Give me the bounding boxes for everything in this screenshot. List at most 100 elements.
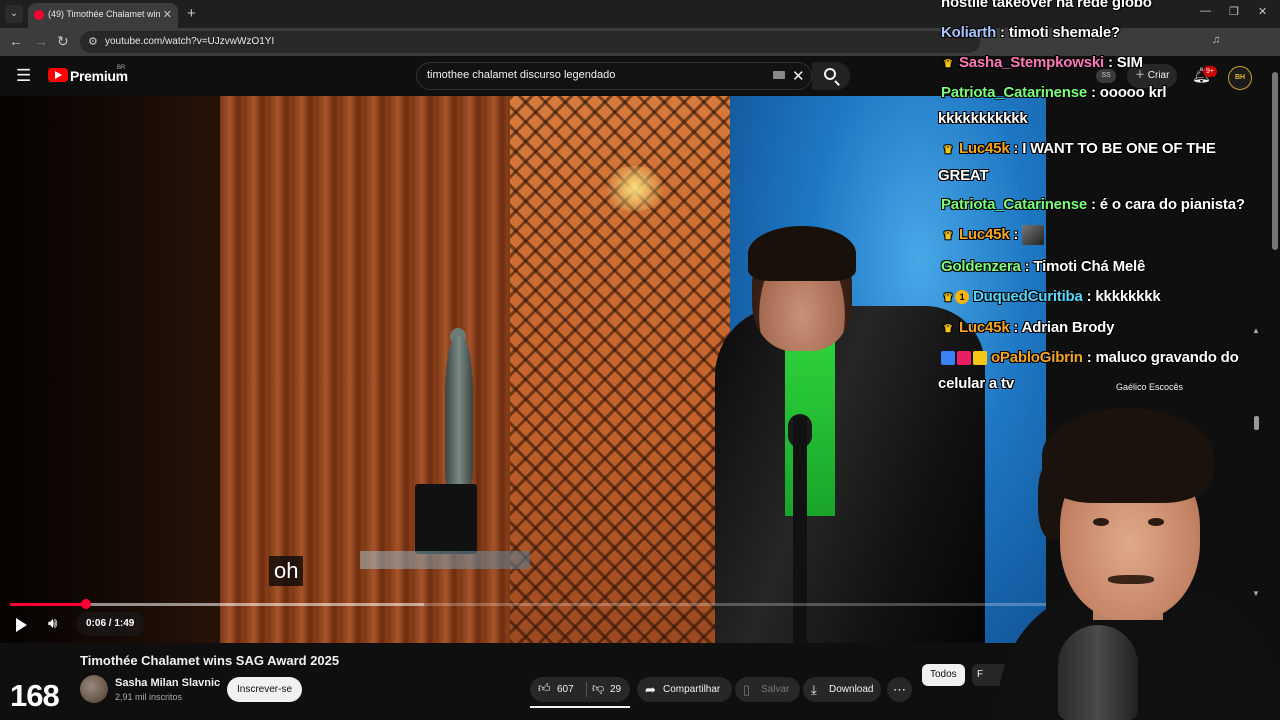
download-icon: ⤓ — [811, 682, 817, 697]
search-icon — [824, 68, 836, 80]
chat-text: é o cara do pianista? — [1099, 196, 1245, 213]
youtube-favicon-icon — [34, 10, 44, 20]
chat-message: ♛ Luc45k : — [938, 222, 1280, 249]
chat-username: Goldenzera — [941, 258, 1021, 275]
chat-username: Luc45k — [958, 319, 1010, 336]
site-info-icon[interactable]: ⚙ — [88, 35, 98, 48]
chat-emote-icon — [1022, 225, 1045, 246]
chat-username: Luc45k — [958, 140, 1010, 157]
crown-badge-icon — [973, 351, 987, 366]
dislike-button[interactable]: 👎︎ 29 — [588, 677, 630, 702]
chat-text: Timoti Chá Melê — [1033, 258, 1146, 275]
progress-played — [10, 603, 86, 606]
url-text: youtube.com/watch?v=UJzvwWzO1YI — [105, 36, 275, 47]
chat-message: ♛ Luc45k : Adrian Brody — [938, 315, 1280, 342]
chat-username: Koliarth — [941, 24, 997, 41]
time-display: 0:06 / 1:49 — [76, 612, 145, 636]
share-button[interactable]: ➦ Compartilhar — [637, 677, 732, 702]
video-title: Timothée Chalamet wins SAG Award 2025 — [80, 653, 340, 668]
chat-text: ooooo krl — [1099, 84, 1167, 101]
chat-username: DuquedCuritiba — [972, 288, 1083, 305]
reload-icon[interactable]: ↻ — [57, 33, 69, 50]
chat-text: hostile takeover na rede globo — [941, 0, 1152, 11]
chat-message: ♛ Sasha_Stempkowski : SIM — [938, 50, 1280, 77]
chat-text-continued: kkkkkkkkkkk — [938, 110, 1028, 127]
crown-badge-icon: ♛ — [943, 58, 953, 70]
microphone — [1058, 625, 1138, 720]
chat-message: oPabloGibrin : maluco gravando do celular… — [938, 345, 1280, 397]
search-box: ✕ — [416, 62, 812, 90]
like-button[interactable]: 👍︎ 607 — [530, 677, 586, 702]
gift-badge-icon — [957, 351, 971, 366]
youtube-logo-icon[interactable] — [48, 68, 68, 82]
chat-message: ♛ Luc45k : I WANT TO BE ONE OF THE GREAT — [938, 136, 1280, 189]
chat-message: Patriota_Catarinense : ooooo krl kkkkkkkk… — [938, 80, 1280, 132]
chat-message: Patriota_Catarinense : é o cara do piani… — [941, 196, 1245, 213]
search-button[interactable] — [812, 62, 850, 90]
crown-badge-icon: ♛ — [943, 292, 953, 304]
crown-badge-icon: ♛ — [943, 230, 953, 242]
chat-text-continued: celular a tv — [938, 375, 1014, 392]
clear-search-icon[interactable]: ✕ — [792, 67, 805, 85]
progress-scrubber[interactable] — [80, 599, 91, 609]
chat-text: I WANT TO BE ONE OF THE — [1022, 140, 1216, 157]
save-label: Salvar — [761, 684, 790, 695]
video-caption: oh — [269, 556, 304, 586]
browser-tab[interactable]: (49) Timothée Chalamet wins S... ✕ — [28, 3, 178, 28]
chat-username: Patriota_Catarinense — [941, 84, 1088, 101]
save-button[interactable]: ▯ Salvar — [735, 677, 800, 702]
viewer-count: 168 — [10, 678, 60, 713]
download-label: Download — [829, 684, 874, 695]
subscriber-count: 2,91 mil inscritos — [115, 692, 183, 702]
channel-avatar[interactable] — [80, 675, 108, 703]
forward-icon[interactable]: → — [34, 33, 48, 49]
new-tab-button[interactable]: + — [187, 5, 196, 22]
dislike-count: 29 — [610, 684, 622, 695]
video-player[interactable]: oh 🔊︎ 0:06 / 1:49 — [0, 96, 1046, 643]
chat-text: timoti shemale? — [1008, 24, 1121, 41]
chat-message: hostile takeover na rede globo — [938, 0, 1280, 16]
address-bar[interactable]: ⚙ youtube.com/watch?v=UJzvwWzO1YI — [80, 31, 980, 53]
more-actions-button[interactable]: ⋯ — [887, 677, 912, 702]
chat-message: Goldenzera : Timoti Chá Melê — [941, 258, 1146, 275]
back-icon[interactable]: ← — [9, 33, 23, 49]
sub-badge-icon — [941, 351, 955, 366]
chat-username: Luc45k — [958, 226, 1010, 243]
bookmark-icon: ▯ — [743, 682, 751, 697]
chat-text: SIM — [1116, 54, 1143, 71]
streamer-webcam — [998, 400, 1280, 720]
progress-bar[interactable] — [10, 599, 1046, 609]
chat-overlay: hostile takeover na rede globo Koliarth :… — [938, 0, 1280, 400]
tab-search-button[interactable]: ⌄ — [5, 5, 23, 23]
chat-username: Sasha_Stempkowski — [958, 54, 1104, 71]
channel-name[interactable]: Sasha Milan Slavnic — [115, 677, 220, 689]
country-code: BR — [117, 65, 126, 71]
thumbs-down-icon: 👎︎ — [592, 681, 605, 695]
download-button[interactable]: ⤓ Download — [803, 677, 881, 702]
thumbs-up-icon: 👍︎ — [538, 681, 551, 695]
chat-text: Adrian Brody — [1021, 319, 1115, 336]
chat-message: ♛ 1 DuquedCuritiba : kkkkkkkk — [938, 284, 1280, 311]
chat-username: Patriota_Catarinense — [941, 196, 1088, 213]
keyboard-icon[interactable] — [773, 71, 785, 79]
video-frame — [0, 96, 1046, 643]
volume-icon[interactable]: 🔊︎ — [48, 615, 57, 632]
chat-message: Koliarth : timoti shemale? — [941, 24, 1121, 41]
hamburger-menu-icon[interactable]: ☰ — [16, 66, 31, 86]
chat-username: oPabloGibrin — [990, 349, 1083, 366]
like-dislike-group: 👍︎ 607 👎︎ 29 — [530, 677, 630, 702]
coin-badge-icon: 1 — [955, 290, 969, 305]
like-underline — [530, 706, 630, 708]
tab-title: (49) Timothée Chalamet wins S... — [48, 9, 160, 19]
divider — [586, 682, 587, 697]
chat-text: maluco gravando do — [1095, 349, 1239, 366]
subscribe-button[interactable]: Inscrever-se — [227, 677, 303, 702]
crown-badge-icon: ♛ — [943, 323, 953, 335]
chip-all[interactable]: Todos — [922, 664, 965, 686]
like-count: 607 — [557, 684, 574, 695]
close-tab-icon[interactable]: ✕ — [163, 8, 172, 21]
share-icon: ➦ — [645, 682, 656, 697]
search-input[interactable] — [427, 69, 757, 81]
play-icon[interactable] — [16, 618, 27, 632]
chat-text-continued: GREAT — [938, 167, 989, 184]
